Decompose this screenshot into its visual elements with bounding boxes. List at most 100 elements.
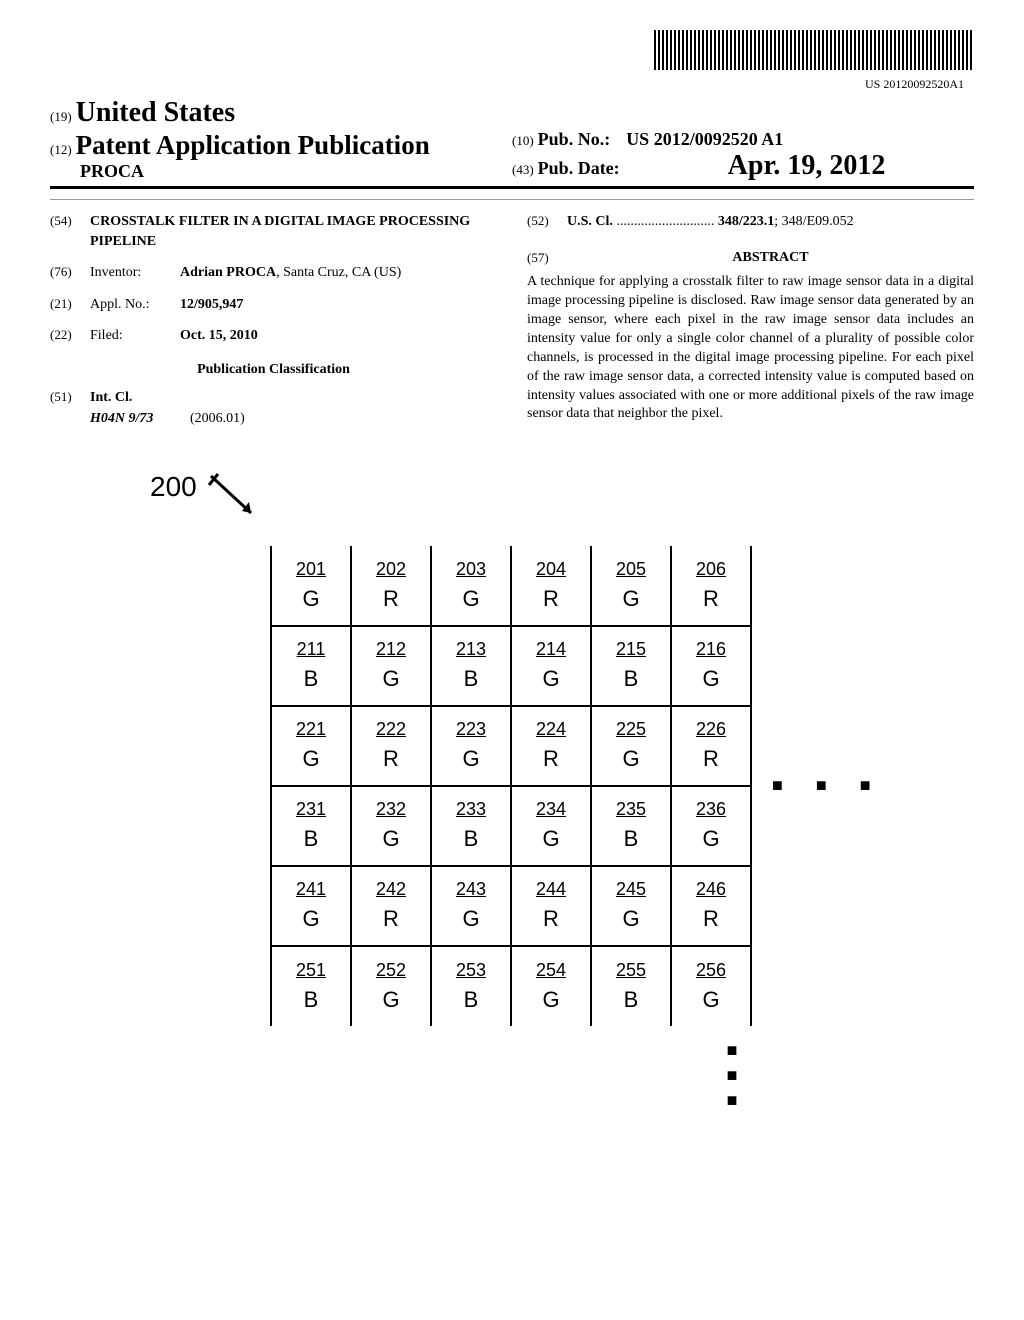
- grid-cell: 255B: [591, 946, 671, 1026]
- grid-cell: 245G: [591, 866, 671, 946]
- cell-ref: 242: [376, 879, 406, 900]
- cell-ref: 231: [296, 799, 326, 820]
- inventor-label: Inventor:: [90, 263, 180, 283]
- grid-cell: 223 G: [431, 706, 511, 786]
- intcl-label: Int. Cl.: [90, 388, 132, 408]
- inventor-location: , Santa Cruz, CA (US): [276, 265, 401, 280]
- grid-cell: 201G: [271, 546, 351, 626]
- cell-ref: 241: [296, 879, 326, 900]
- cell-ref: 223: [456, 719, 486, 740]
- page-root: US 20120092520A1 (19) United States (12)…: [0, 0, 1024, 1143]
- country-name: United States: [76, 97, 235, 128]
- grid-cell: 225G: [591, 706, 671, 786]
- grid-row: 201G202R 203 G 204R205G206R: [271, 546, 751, 626]
- dot-v1: ■: [490, 1038, 974, 1063]
- vertical-dots: ■ ■ ■: [490, 1038, 974, 1114]
- cell-ref: 203: [456, 559, 486, 580]
- cell-ref: 232: [376, 799, 406, 820]
- intcl-row: (51) Int. Cl.: [50, 388, 497, 408]
- header-block: (19) United States (12) Patent Applicati…: [50, 97, 974, 189]
- arrow-icon: [206, 471, 266, 526]
- cell-ref: 252: [376, 960, 406, 981]
- dot-v3: ■: [490, 1088, 974, 1113]
- grid-cell: 224R: [511, 706, 591, 786]
- country-prefix: (19): [50, 109, 72, 124]
- pixel-grid: 201G202R203G204R205G206R211B212G213B214G…: [270, 546, 752, 1026]
- abstract-header: ABSTRACT: [567, 248, 974, 268]
- cell-color: G: [702, 826, 719, 852]
- cell-color: R: [383, 906, 399, 932]
- appl-row: (21) Appl. No.: 12/905,947: [50, 295, 497, 315]
- cell-ref: 204: [536, 559, 566, 580]
- grid-cell: 226 R: [671, 706, 751, 786]
- cell-color: G: [462, 586, 479, 612]
- cell-color: G: [302, 746, 319, 772]
- filed-label: Filed:: [90, 326, 180, 346]
- grid-wrapper: 201G202R203G204R205G206R211B212G213B214G…: [270, 546, 974, 1026]
- figure-area: 200 201G202R203G204R205G206R211B212G213B…: [50, 471, 974, 1114]
- grid-cell: 206R: [671, 546, 751, 626]
- appl-code: (21): [50, 295, 90, 315]
- intcl-code: (51): [50, 388, 90, 408]
- grid-cell: 214G: [511, 626, 591, 706]
- grid-row: 211B212G213B214G215B216G: [271, 626, 751, 706]
- cell-color: G: [382, 987, 399, 1013]
- cell-ref: 226: [696, 719, 726, 740]
- grid-cell: 234G: [511, 786, 591, 866]
- cell-color: B: [464, 666, 479, 692]
- cell-color: G: [542, 826, 559, 852]
- cell-ref: 253: [456, 960, 486, 981]
- grid-cell: 205G: [591, 546, 671, 626]
- cell-ref: 251: [296, 960, 326, 981]
- inventor-name: Adrian PROCA: [180, 265, 276, 280]
- grid-cell: 236G: [671, 786, 751, 866]
- cell-ref: 221: [296, 719, 326, 740]
- cell-color: B: [304, 666, 319, 692]
- filed-row: (22) Filed: Oct. 15, 2010: [50, 326, 497, 346]
- uscl-code: (52): [527, 212, 567, 232]
- grid-cell: 253B: [431, 946, 511, 1026]
- cell-ref: 202: [376, 559, 406, 580]
- cell-ref: 212: [376, 639, 406, 660]
- cell-ref: 206: [696, 559, 726, 580]
- grid-cell: 202R: [351, 546, 431, 626]
- intcl-value-row: H04N 9/73 (2006.01): [50, 409, 497, 429]
- cell-color: G: [622, 746, 639, 772]
- cell-ref: 233: [456, 799, 486, 820]
- pub-no-value: US 2012/0092520 A1: [626, 129, 783, 149]
- cell-color: R: [543, 906, 559, 932]
- cell-color: G: [622, 586, 639, 612]
- grid-cell: 241G: [271, 866, 351, 946]
- barcode-text: US 20120092520A1: [50, 77, 974, 92]
- pub-type: Patent Application Publication: [76, 130, 430, 160]
- barcode-area: US 20120092520A1: [50, 30, 974, 92]
- filed-value: Oct. 15, 2010: [180, 326, 497, 346]
- cell-color: B: [304, 826, 319, 852]
- cell-ref: 246: [696, 879, 726, 900]
- uscl-label: U.S. Cl.: [567, 214, 613, 229]
- grid-row: 221G222R223G224R225G226R: [271, 706, 751, 786]
- grid-cell: 204R: [511, 546, 591, 626]
- abstract-text: A technique for applying a crosstalk fil…: [527, 273, 974, 424]
- cell-ref: 222: [376, 719, 406, 740]
- classification-header: Publication Classification: [50, 360, 497, 380]
- grid-cell: 213B: [431, 626, 511, 706]
- cell-ref: 245: [616, 879, 646, 900]
- cell-color: R: [703, 746, 719, 772]
- inventor-code: (76): [50, 263, 90, 283]
- grid-cell: 251B: [271, 946, 351, 1026]
- pub-date-prefix: (43): [512, 162, 534, 177]
- cell-color: G: [702, 666, 719, 692]
- pub-no-prefix: (10): [512, 133, 534, 148]
- cell-ref: 211: [297, 639, 326, 660]
- cell-ref: 215: [616, 639, 646, 660]
- patent-title: CROSSTALK FILTER IN A DIGITAL IMAGE PROC…: [90, 212, 497, 251]
- cell-color: G: [302, 586, 319, 612]
- grid-cell: 233B: [431, 786, 511, 866]
- grid-cell: 246R: [671, 866, 751, 946]
- grid-cell: 231 B: [271, 786, 351, 866]
- grid-cell: 235B: [591, 786, 671, 866]
- grid-row: 231 B 232 G 233B234G235B236G: [271, 786, 751, 866]
- cell-color: G: [462, 746, 479, 772]
- inventor-surname: PROCA: [80, 161, 144, 181]
